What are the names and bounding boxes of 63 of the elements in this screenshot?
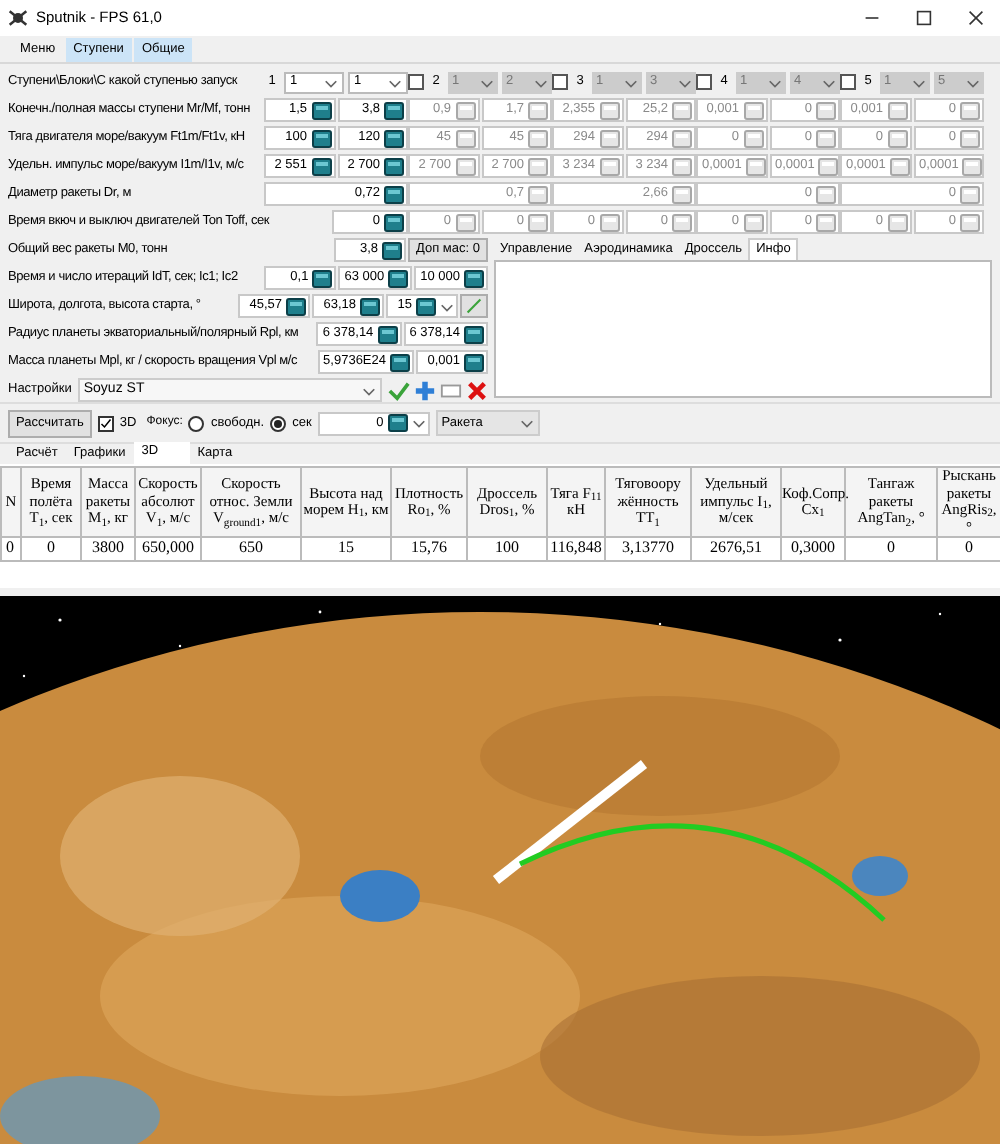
- check-icon[interactable]: [388, 379, 410, 401]
- chevron-down-icon: [912, 75, 926, 89]
- chevron-down-icon: [624, 75, 638, 89]
- chevron-down-icon: [966, 75, 980, 89]
- chevron-down-icon: [768, 75, 782, 89]
- plus-icon[interactable]: [414, 379, 436, 401]
- spin-button[interactable]: [464, 325, 484, 343]
- table-cell: 0: [1, 537, 21, 561]
- spin-button[interactable]: [311, 129, 331, 147]
- table-cell: 15: [301, 537, 391, 561]
- chevron-down-icon: [678, 75, 692, 89]
- table-cell: 0: [937, 537, 1000, 561]
- spin-button[interactable]: [312, 269, 333, 287]
- spin-button[interactable]: [464, 269, 484, 287]
- spin-button[interactable]: [360, 297, 380, 315]
- table-cell: 650,000: [135, 537, 201, 561]
- chevron-down-icon: [519, 416, 534, 430]
- spin-button[interactable]: [464, 353, 484, 371]
- spin-button[interactable]: [384, 101, 404, 119]
- spin-button[interactable]: [384, 213, 404, 231]
- spin-button[interactable]: [286, 297, 306, 315]
- chevron-down-icon: [411, 416, 426, 430]
- chevron-down-icon: [534, 75, 548, 89]
- maximize-icon[interactable]: [916, 10, 932, 26]
- table-cell: 0: [845, 537, 937, 561]
- table-cell: 3,13770: [605, 537, 691, 561]
- table-cell: 650: [201, 537, 301, 561]
- spin-button[interactable]: [377, 325, 398, 343]
- spin-button[interactable]: [382, 241, 403, 259]
- checkbox[interactable]: [696, 74, 712, 90]
- table-cell: 0,3000: [781, 537, 845, 561]
- checkbox[interactable]: [97, 415, 114, 431]
- table-cell: 116,848: [547, 537, 605, 561]
- table-cell: 100: [467, 537, 547, 561]
- app-icon: [8, 8, 28, 28]
- spin-button[interactable]: [387, 414, 408, 432]
- chevron-down-icon: [324, 75, 338, 89]
- spin-button[interactable]: [384, 185, 404, 203]
- spin-button[interactable]: [384, 129, 404, 147]
- table-cell: 2676,51: [691, 537, 781, 561]
- spin-button[interactable]: [416, 297, 436, 315]
- chevron-down-icon: [480, 75, 494, 89]
- close-icon[interactable]: [968, 10, 984, 26]
- table-cell: 15,76: [391, 537, 467, 561]
- spin-button[interactable]: [311, 101, 331, 119]
- checkbox[interactable]: [840, 74, 856, 90]
- info-text-area[interactable]: [494, 260, 992, 398]
- chevron-down-icon: [440, 299, 454, 313]
- chevron-down-icon: [388, 75, 402, 89]
- spin-button[interactable]: [390, 353, 410, 371]
- checkbox[interactable]: [552, 74, 568, 90]
- table-cell: 0: [21, 537, 81, 561]
- spin-button[interactable]: [388, 269, 409, 287]
- chevron-down-icon: [362, 383, 376, 397]
- chevron-down-icon: [822, 75, 836, 89]
- radio-button[interactable]: [188, 415, 205, 431]
- radio-button[interactable]: [270, 415, 287, 431]
- spin-button[interactable]: [384, 157, 404, 175]
- delete-icon[interactable]: [466, 379, 488, 401]
- checkbox[interactable]: [408, 74, 424, 90]
- spin-button[interactable]: [311, 157, 331, 175]
- rectangle-icon[interactable]: [440, 379, 462, 401]
- table-cell: 3800: [81, 537, 135, 561]
